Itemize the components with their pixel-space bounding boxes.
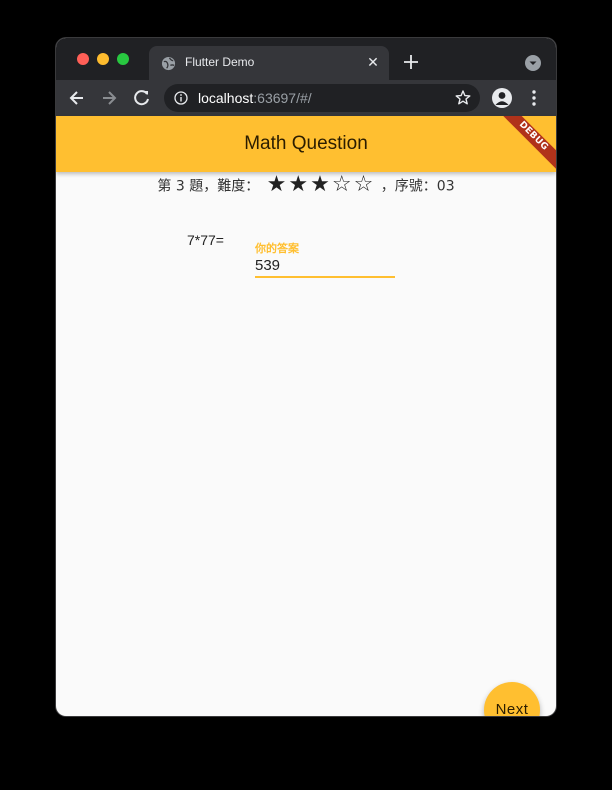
- url-text: localhost:63697/#/: [198, 90, 312, 106]
- star-filled-icon: ★: [310, 172, 330, 197]
- person-icon: [495, 92, 509, 105]
- back-arrow-icon[interactable]: [67, 88, 87, 108]
- main-content: 第 3 題，難度： ★★★☆☆ ，序號：03 7*77= 你的答案 Next: [56, 172, 556, 716]
- difficulty-rating: ★★★☆☆: [266, 174, 375, 199]
- tab-close-icon[interactable]: ✕: [365, 55, 381, 71]
- star-empty-icon: ☆: [331, 172, 352, 197]
- star-filled-icon: ★: [266, 172, 287, 197]
- page-title: Math Question: [244, 133, 368, 154]
- address-bar[interactable]: localhost:63697/#/: [164, 84, 480, 112]
- globe-icon: [161, 56, 176, 71]
- tab-bar: Flutter Demo ✕: [56, 38, 556, 80]
- more-vert-icon[interactable]: [524, 88, 544, 108]
- chevron-down-icon: [529, 61, 537, 65]
- browser-window: Flutter Demo ✕ localhost:63697/#/ Math Q…: [56, 38, 556, 716]
- reload-icon[interactable]: [132, 88, 152, 108]
- bookmark-star-icon[interactable]: [454, 89, 472, 107]
- star-filled-icon: ★: [288, 172, 309, 197]
- star-empty-icon: ☆: [353, 172, 374, 197]
- question-info: 第 3 題，難度： ★★★☆☆ ，序號：03: [56, 174, 556, 199]
- info-icon[interactable]: [174, 91, 188, 105]
- question-number: 第 3 題，難度：: [157, 178, 260, 195]
- window-close-button[interactable]: [77, 53, 89, 65]
- window-minimize-button[interactable]: [97, 53, 109, 65]
- new-tab-icon[interactable]: [400, 51, 422, 73]
- forward-arrow-icon[interactable]: [99, 88, 119, 108]
- tab-title: Flutter Demo: [185, 55, 255, 69]
- app-bar: Math Question: [56, 116, 556, 172]
- window-maximize-button[interactable]: [117, 53, 129, 65]
- tab-search-icon[interactable]: [525, 55, 541, 71]
- serial-number: ，序號：03: [380, 178, 455, 195]
- answer-input[interactable]: [255, 254, 395, 278]
- url-host: localhost: [198, 90, 254, 106]
- browser-toolbar: localhost:63697/#/: [56, 80, 556, 116]
- browser-tab[interactable]: Flutter Demo ✕: [149, 46, 389, 80]
- next-button[interactable]: Next: [484, 682, 540, 716]
- url-path: :63697/#/: [253, 90, 312, 106]
- profile-avatar-icon[interactable]: [492, 88, 512, 108]
- question-text: 7*77=: [187, 232, 224, 248]
